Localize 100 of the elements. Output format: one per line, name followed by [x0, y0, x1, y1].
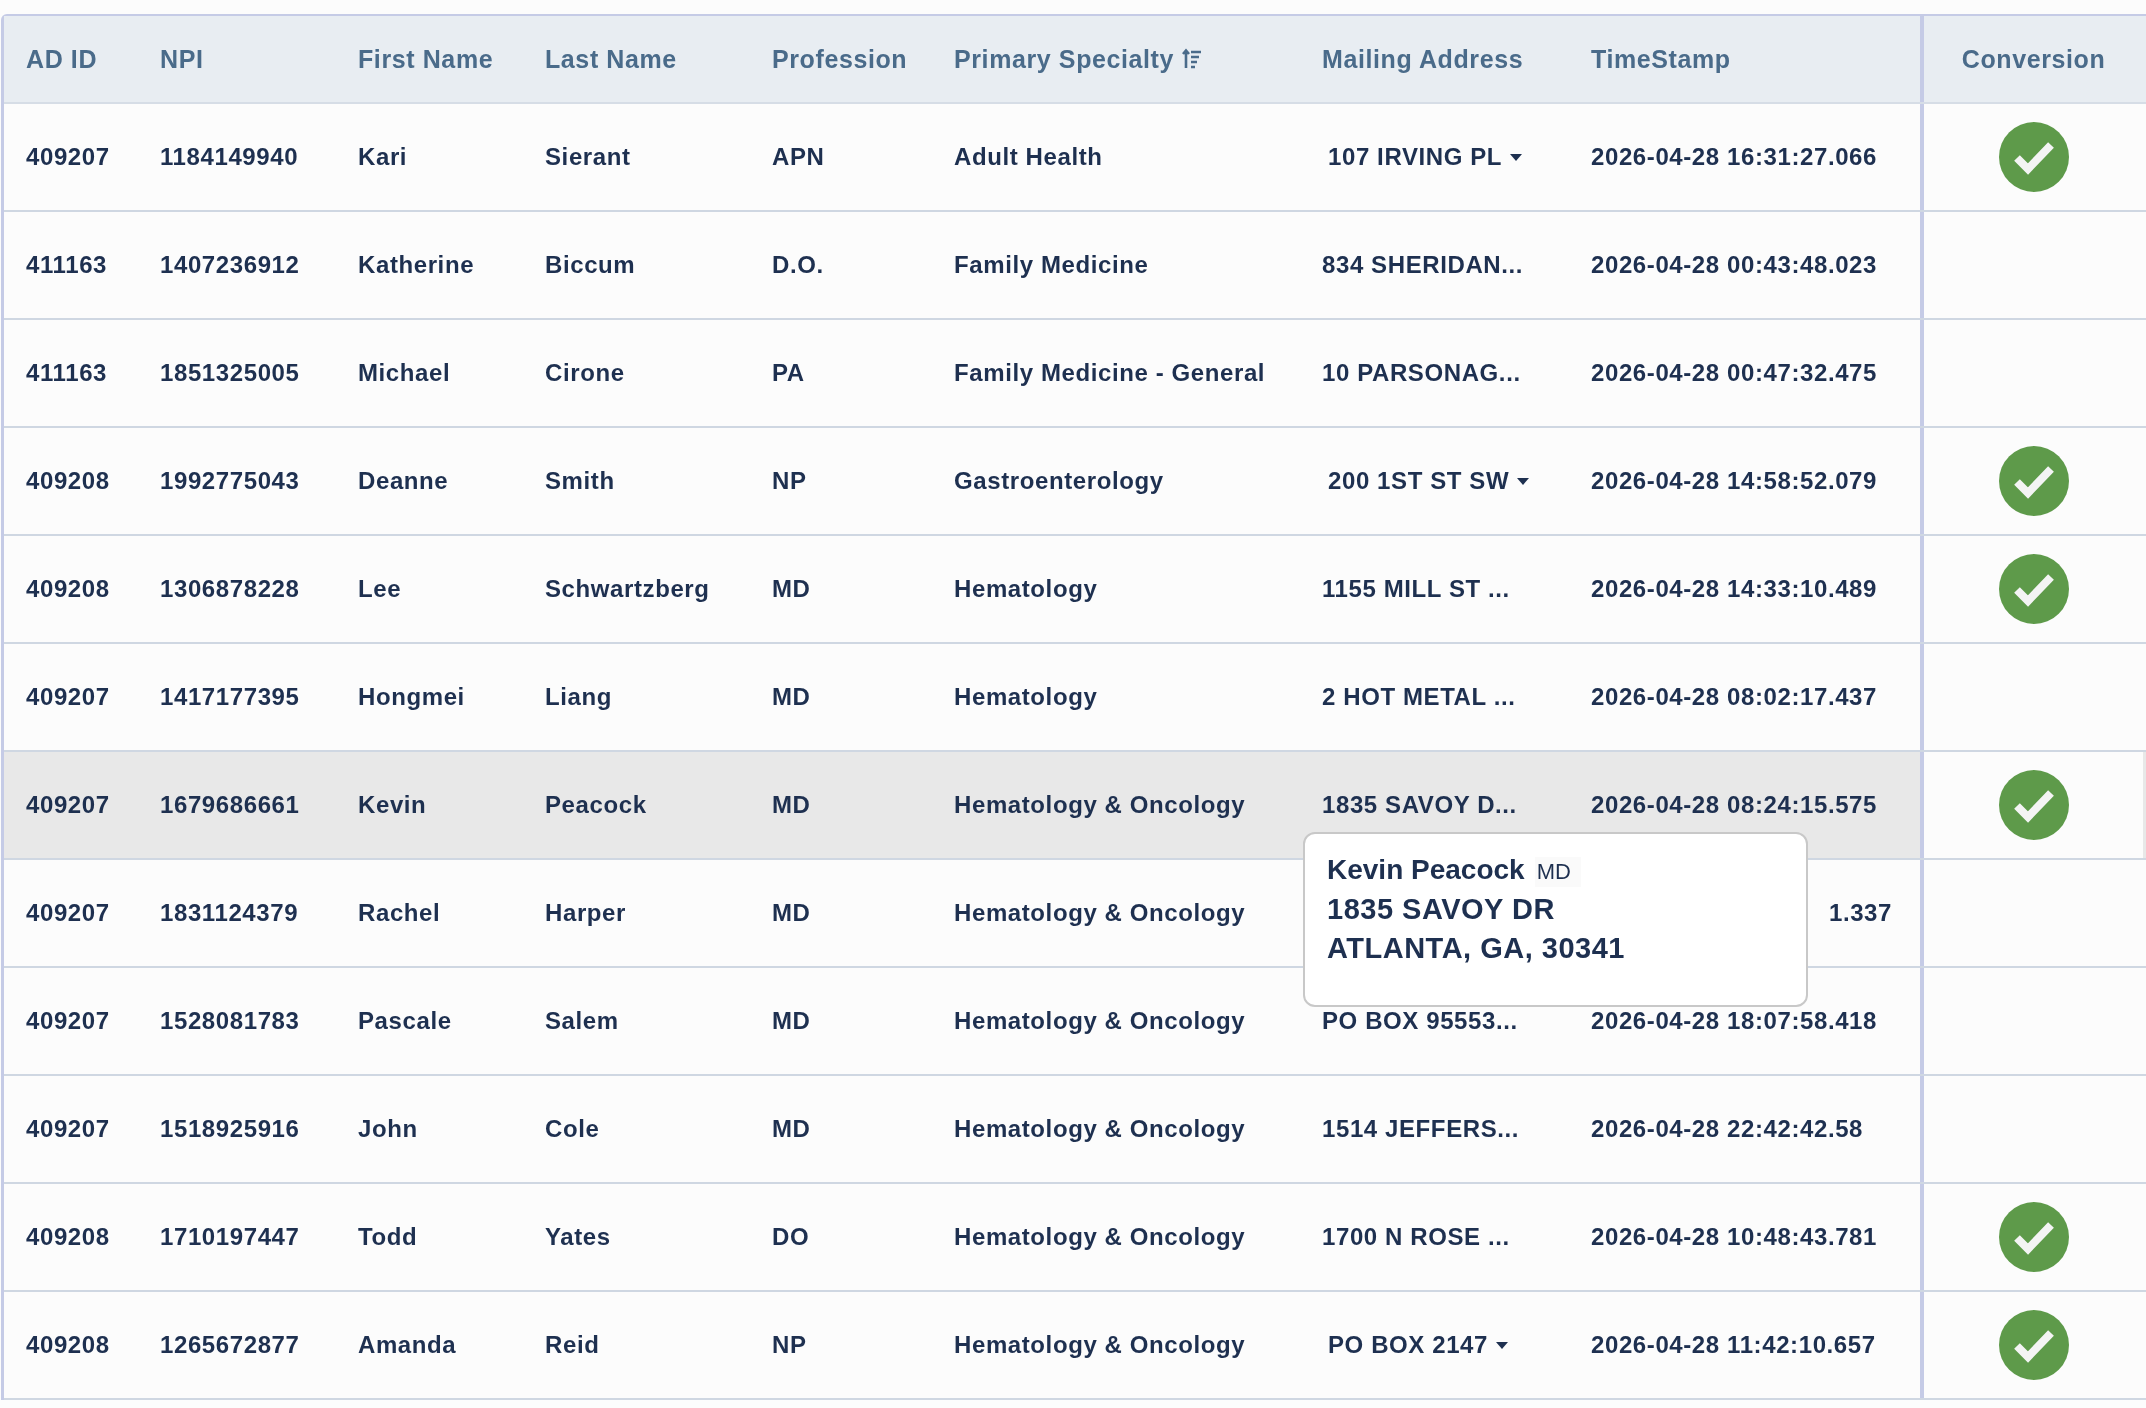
column-header[interactable]: Conversion [1961, 44, 2106, 74]
check-icon [1998, 446, 2069, 516]
table-cell: 1407236912 [160, 251, 300, 279]
table-cell: 1835 SAVOY D... [1322, 791, 1517, 819]
table-row[interactable]: 409208 1306878228 Lee Schwartzberg MD Hematology 1155 MILL ST ... 2026-04-28 14:33:10.489 [4, 536, 2146, 644]
table-row[interactable]: 409207 1518925916 John Cole MD Hematology & Oncology 1514 JEFFERS... 2026-04-28 22:42:42.58 [4, 1076, 2146, 1184]
table-cell: 2026-04-28 22:42:42.58 [1591, 1115, 1864, 1143]
table-row[interactable]: 409208 1265672877 Amanda Reid NP Hematology & Oncology PO BOX 2147 2026-04-28 11:42:10.657 [4, 1292, 2146, 1400]
table-cell: MD [772, 575, 811, 603]
table-cell: 411163 [26, 359, 108, 387]
table-cell: Kari [358, 143, 408, 171]
table-cell: MD [772, 791, 811, 819]
column-header[interactable]: Mailing Address [1322, 44, 1524, 74]
table-cell: DO [772, 1223, 810, 1251]
table-cell: Adult Health [954, 143, 1103, 171]
table-cell: Gastroenterology [954, 467, 1164, 495]
table-cell: Hematology & Oncology [954, 1331, 1246, 1359]
table-cell: NP [772, 467, 807, 495]
table-cell: Kevin [358, 791, 427, 819]
table-cell: 10 PARSONAG... [1322, 359, 1521, 387]
table-cell: 2026-04-28 14:58:52.079 [1591, 467, 1877, 495]
table-cell: PO BOX 95553... [1322, 1007, 1518, 1035]
caret-icon [1517, 477, 1530, 485]
table-cell: 1.337 [1828, 899, 1892, 927]
table-cell: Hematology & Oncology [954, 791, 1246, 819]
table-cell: 409207 [26, 1115, 110, 1143]
table-cell: Peacock [545, 791, 647, 819]
check-icon [1998, 1202, 2069, 1272]
caret-icon [1496, 1341, 1508, 1349]
table-row[interactable]: 411163 1407236912 Katherine Biccum D.O. Family Medicine 834 SHERIDAN... 2026-04-28 00:43:48.023 [4, 212, 2146, 320]
table-cell: Family Medicine [954, 251, 1149, 279]
tooltip-profession: MD [1534, 857, 1581, 887]
table-cell: Lee [358, 575, 402, 603]
table-row[interactable]: 409207 1679686661 Kevin Peacock MD Hematology & Oncology 1835 SAVOY D... 2026-04-28 08:24:15.575 [4, 752, 2146, 860]
table-cell: 2026-04-28 11:42:10.657 [1591, 1331, 1876, 1359]
address-dropdown[interactable]: PO BOX 2147 [1322, 1331, 1508, 1359]
table-cell: 409207 [26, 899, 110, 927]
column-header[interactable]: AD ID [26, 44, 98, 74]
table-cell: Cirone [545, 359, 625, 387]
table-cell: 409208 [26, 467, 110, 495]
table-row[interactable]: 411163 1851325005 Michael Cirone PA Family Medicine - General 10 PARSONAG... 2026-04-28 00:47:32.475 [4, 320, 2146, 428]
table-cell: 834 SHERIDAN... [1322, 251, 1524, 279]
table-cell: Smith [545, 467, 615, 495]
table-cell: 1700 N ROSE ... [1322, 1223, 1510, 1251]
table-cell: Katherine [358, 251, 475, 279]
column-header[interactable]: Primary Specialty [954, 44, 1175, 74]
tooltip-address: 1835 SAVOY DR [1327, 893, 1556, 926]
table-cell: Schwartzberg [545, 575, 710, 603]
table-cell: Amanda [358, 1331, 457, 1359]
sort-icon[interactable] [1182, 48, 1203, 70]
table-cell: 1710197447 [160, 1223, 300, 1251]
check-icon [1998, 122, 2069, 192]
column-header[interactable]: Profession [772, 44, 908, 74]
table-cell: 411163 [26, 251, 108, 279]
table-cell: 409208 [26, 1223, 110, 1251]
table-cell: Hematology & Oncology [954, 1115, 1246, 1143]
column-header[interactable]: First Name [358, 44, 494, 74]
table-cell: D.O. [772, 251, 824, 279]
table-cell: Hongmei [358, 683, 465, 711]
table-cell: 1992775043 [160, 467, 300, 495]
table-cell: Todd [358, 1223, 418, 1251]
table-row[interactable]: 409207 1184149940 Kari Sierant APN Adult Health 107 IRVING PL 2026-04-28 16:31:27.066 [4, 104, 2146, 212]
table-cell: Family Medicine - General [954, 359, 1266, 387]
table-cell: PA [772, 359, 805, 387]
address-dropdown[interactable]: 200 1ST ST SW [1322, 467, 1530, 495]
table-cell: 2 HOT METAL ... [1322, 683, 1516, 711]
table-cell: 1831124379 [160, 899, 299, 927]
table-cell: Deanne [358, 467, 449, 495]
column-header[interactable]: Last Name [545, 44, 677, 74]
table-row[interactable]: 409207 1417177395 Hongmei Liang MD Hematology 2 HOT METAL ... 2026-04-28 08:02:17.437 [4, 644, 2146, 752]
table-cell: Hematology [954, 575, 1098, 603]
table-cell: Salem [545, 1007, 619, 1035]
table-row[interactable]: 409208 1710197447 Todd Yates DO Hematology & Oncology 1700 N ROSE ... 2026-04-28 10:48:43.781 [4, 1184, 2146, 1292]
column-header[interactable]: TimeStamp [1591, 44, 1731, 74]
table-cell: NP [772, 1331, 807, 1359]
tooltip-address: ATLANTA, GA, 30341 [1327, 932, 1626, 965]
table-cell: 1851325005 [160, 359, 300, 387]
table-cell: Liang [545, 683, 612, 711]
table-cell: 409207 [26, 791, 110, 819]
table-cell: 409207 [26, 143, 110, 171]
table-cell: Rachel [358, 899, 441, 927]
table-cell: 2026-04-28 14:33:10.489 [1591, 575, 1877, 603]
table-row[interactable]: 409208 1992775043 Deanne Smith NP Gastroenterology 200 1ST ST SW 2026-04-28 14:58:52.079 [4, 428, 2146, 536]
table-cell: MD [772, 1115, 811, 1143]
table-cell: John [358, 1115, 418, 1143]
table-cell: Harper [545, 899, 626, 927]
table-cell: Hematology & Oncology [954, 1007, 1246, 1035]
table-cell: 1417177395 [160, 683, 300, 711]
table-cell: Biccum [545, 251, 636, 279]
table-cell: 1306878228 [160, 575, 300, 603]
table-cell: 1518925916 [160, 1115, 300, 1143]
table-cell: 409207 [26, 683, 110, 711]
address-dropdown[interactable]: 107 IRVING PL [1322, 143, 1523, 171]
check-icon [1998, 770, 2069, 840]
table-cell: 1184149940 [160, 143, 299, 171]
table-row[interactable]: 409207 1528081783 Pascale Salem MD Hematology & Oncology PO BOX 95553... 2026-04-28 18:07:58.418 [4, 968, 2146, 1076]
table-cell: APN [772, 143, 825, 171]
column-header[interactable]: NPI [160, 44, 204, 74]
table-cell: Hematology [954, 683, 1098, 711]
table-cell: MD [772, 683, 811, 711]
